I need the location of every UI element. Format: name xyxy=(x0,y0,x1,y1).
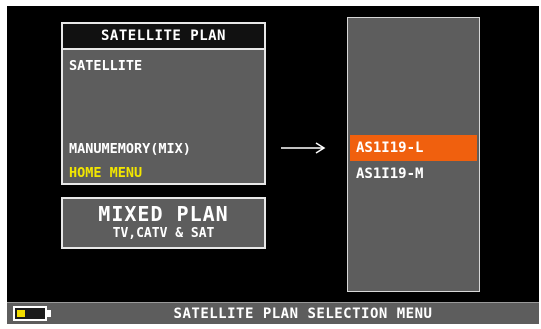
right-arrow-icon xyxy=(281,142,326,154)
plan-list-item-as1i19-l[interactable]: AS1I19-L xyxy=(350,135,477,161)
status-bar: SATELLITE PLAN SELECTION MENU xyxy=(7,302,539,324)
plan-list: AS1I19-L AS1I19-M xyxy=(347,17,480,292)
plan-list-item-as1i19-m[interactable]: AS1I19-M xyxy=(350,161,477,187)
menu-title: SATELLITE PLAN xyxy=(63,24,264,50)
mixed-plan-button[interactable]: MIXED PLAN TV,CATV & SAT xyxy=(61,197,266,249)
battery-tip xyxy=(47,310,51,317)
instrument-screen: SATELLITE PLAN SATELLITE MANUMEMORY(MIX)… xyxy=(7,6,539,324)
status-bar-title: SATELLITE PLAN SELECTION MENU xyxy=(173,306,433,322)
satellite-plan-menu: SATELLITE PLAN SATELLITE MANUMEMORY(MIX)… xyxy=(61,22,266,185)
menu-item-manumemory-mix[interactable]: MANUMEMORY(MIX) xyxy=(69,140,191,158)
battery-icon xyxy=(13,306,47,321)
mixed-plan-subtitle: TV,CATV & SAT xyxy=(112,226,215,241)
menu-item-satellite[interactable]: SATELLITE xyxy=(69,57,142,75)
battery-level-fill xyxy=(17,310,25,317)
menu-item-home-menu[interactable]: HOME MENU xyxy=(69,164,142,182)
mixed-plan-title: MIXED PLAN xyxy=(98,202,229,226)
